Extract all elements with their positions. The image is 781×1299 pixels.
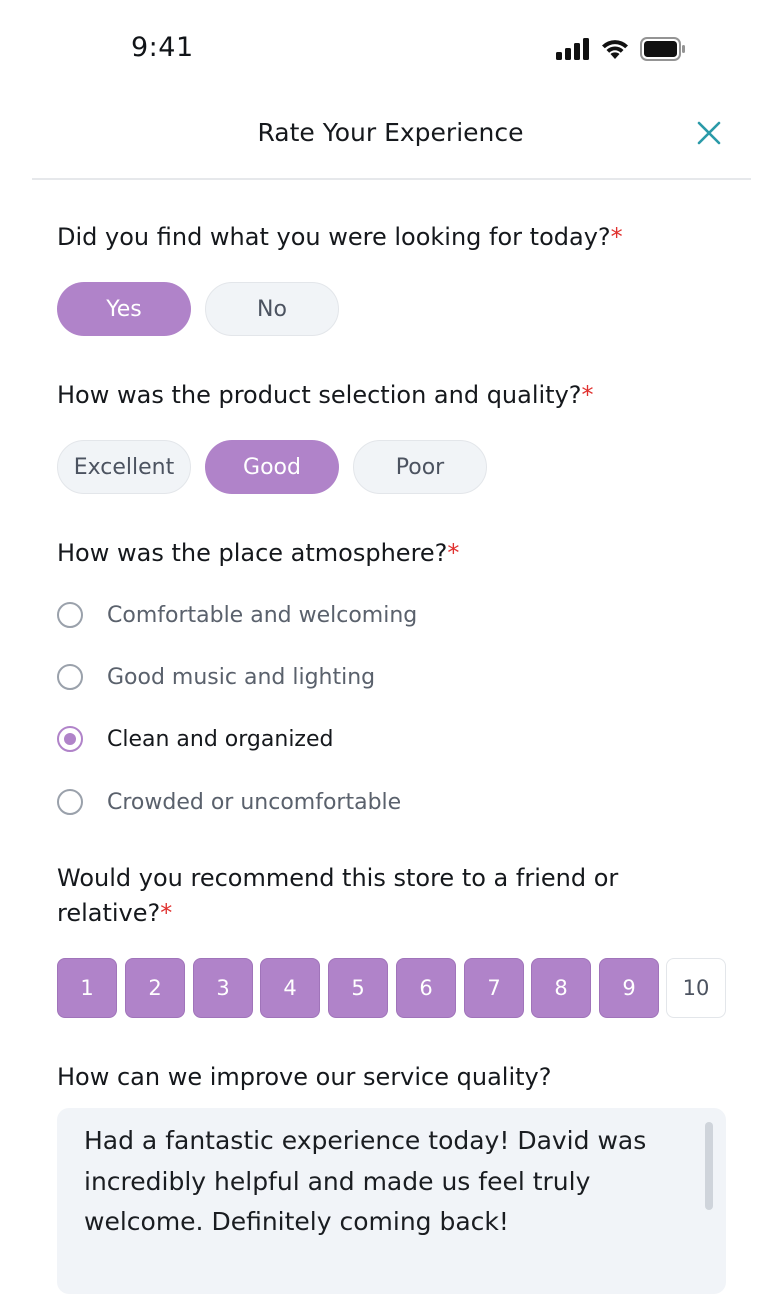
- radio-label: Good music and lighting: [107, 664, 376, 690]
- option-yes-button[interactable]: Yes: [57, 282, 191, 336]
- question-text-line2: relative?: [57, 899, 161, 927]
- question-improve-service: How can we improve our service quality?: [57, 1060, 717, 1095]
- question-text: How was the place atmosphere?: [57, 539, 448, 567]
- question-text: Did you find what you were looking for t…: [57, 223, 611, 251]
- nps-score-10[interactable]: 10: [666, 958, 726, 1018]
- question-recommend: Would you recommend this store to a frie…: [57, 861, 717, 931]
- option-poor-button[interactable]: Poor: [353, 440, 487, 494]
- nps-score-7[interactable]: 7: [464, 958, 524, 1018]
- status-bar: 9:41: [0, 0, 781, 100]
- required-mark: *: [447, 539, 460, 567]
- required-mark: *: [160, 899, 173, 927]
- radio-option-comfortable[interactable]: Comfortable and welcoming: [57, 598, 417, 632]
- nps-score-9[interactable]: 9: [599, 958, 659, 1018]
- question-text-line1: Would you recommend this store to a frie…: [57, 864, 619, 892]
- radio-option-crowded[interactable]: Crowded or uncomfortable: [57, 785, 401, 819]
- question-text-line2-wrap: relative?*: [57, 896, 717, 931]
- wifi-icon: [600, 38, 630, 64]
- required-mark: *: [581, 381, 594, 409]
- close-icon: [696, 120, 722, 150]
- battery-icon: [640, 37, 686, 65]
- nps-score-6[interactable]: 6: [396, 958, 456, 1018]
- feedback-textarea[interactable]: Had a fantastic experience today! David …: [57, 1108, 726, 1294]
- question-text: How can we improve our service quality?: [57, 1063, 552, 1091]
- question-text: How was the product selection and qualit…: [57, 381, 582, 409]
- radio-button-selected[interactable]: [57, 726, 83, 752]
- option-excellent-button[interactable]: Excellent: [57, 440, 191, 494]
- radio-button[interactable]: [57, 789, 83, 815]
- nps-score-4[interactable]: 4: [260, 958, 320, 1018]
- option-no-button[interactable]: No: [205, 282, 339, 336]
- header-divider: [32, 178, 751, 180]
- signal-icon: [556, 38, 590, 64]
- radio-label: Comfortable and welcoming: [107, 602, 418, 628]
- status-icons: [556, 37, 686, 65]
- radio-option-music-lighting[interactable]: Good music and lighting: [57, 660, 375, 694]
- radio-button[interactable]: [57, 602, 83, 628]
- close-button[interactable]: [692, 118, 726, 152]
- nps-score-2[interactable]: 2: [125, 958, 185, 1018]
- textarea-scrollbar[interactable]: [705, 1122, 713, 1210]
- radio-label: Clean and organized: [107, 726, 334, 752]
- nps-score-3[interactable]: 3: [193, 958, 253, 1018]
- radio-button[interactable]: [57, 664, 83, 690]
- header: Rate Your Experience: [0, 100, 781, 180]
- status-time: 9:41: [131, 32, 194, 63]
- radio-label: Crowded or uncomfortable: [107, 789, 402, 815]
- question-product-quality: How was the product selection and qualit…: [57, 378, 717, 413]
- required-mark: *: [610, 223, 623, 251]
- option-good-button[interactable]: Good: [205, 440, 339, 494]
- question-found-what-looking-for: Did you find what you were looking for t…: [57, 220, 717, 255]
- radio-dot: [64, 733, 76, 745]
- nps-score-1[interactable]: 1: [57, 958, 117, 1018]
- nps-score-8[interactable]: 8: [531, 958, 591, 1018]
- feedback-text: Had a fantastic experience today! David …: [84, 1126, 647, 1236]
- nps-score-5[interactable]: 5: [328, 958, 388, 1018]
- radio-option-clean-organized[interactable]: Clean and organized: [57, 722, 333, 756]
- page-title: Rate Your Experience: [257, 118, 524, 147]
- question-atmosphere: How was the place atmosphere?*: [57, 536, 717, 571]
